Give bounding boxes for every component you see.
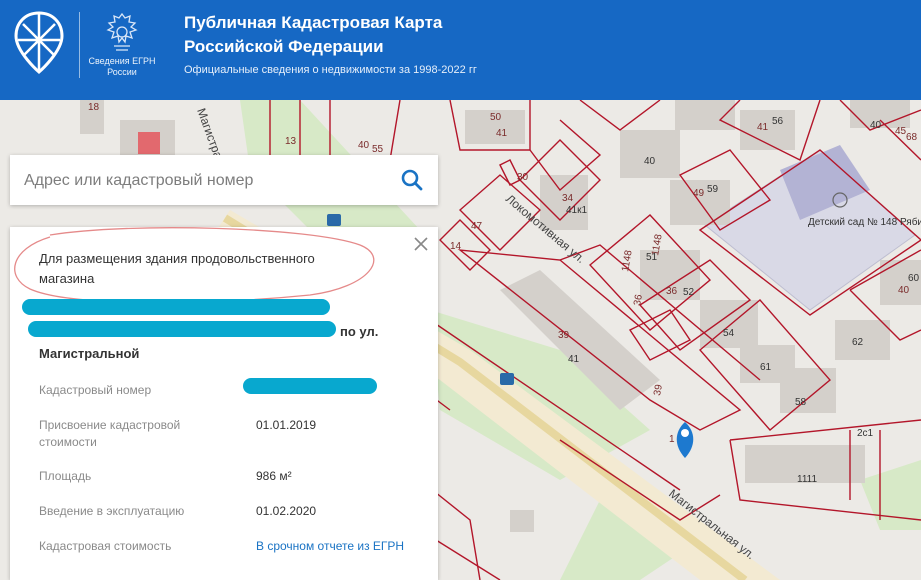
map-parcel-label: 34 <box>562 193 574 204</box>
search-icon[interactable] <box>400 168 424 192</box>
kindergarten-label: Детский сад № 148 Рябинушка <box>808 216 921 228</box>
map-parcel-label: 40 <box>870 120 882 131</box>
map-parcel-label: 41к1 <box>566 205 587 216</box>
map-parcel-label: 50 <box>490 112 502 123</box>
page-subtitle: Официальные сведения о недвижимости за 1… <box>184 64 477 76</box>
area-label: Площадь <box>39 469 92 483</box>
bus-stop-icon <box>500 373 514 385</box>
commissioning-value: 01.02.2020 <box>256 504 317 518</box>
redacted-block <box>28 321 336 337</box>
map-parcel-label: 14 <box>450 241 462 252</box>
map-parcel-label: 60 <box>908 273 920 284</box>
map-parcel-label: 59 <box>707 184 719 195</box>
map-parcel-label: 40 <box>358 140 370 151</box>
map-parcel-label: 45 <box>895 126 907 137</box>
search-box <box>10 155 438 205</box>
map-parcel-label: 56 <box>772 116 784 127</box>
valuation-date-value: 01.01.2019 <box>256 418 317 432</box>
cadastral-value-label: Кадастровая стоимость <box>39 539 172 553</box>
map-parcel-label: 36 <box>666 286 678 297</box>
russian-emblem-icon <box>106 12 138 51</box>
parcel-purpose: Для размещения здания продовольственного… <box>39 251 315 286</box>
cadastral-number-label: Кадастровый номер <box>39 383 152 397</box>
map-parcel-label: 41 <box>568 354 580 365</box>
map-parcel-label: 13 <box>285 136 297 147</box>
map-parcel-label: 68 <box>906 132 918 143</box>
map-parcel-label: 30 <box>517 172 529 183</box>
area-value: 986 м² <box>256 469 292 483</box>
map-parcel-label: 52 <box>683 287 695 298</box>
page-title[interactable]: Публичная Кадастровая Карта Российской Ф… <box>184 11 524 59</box>
map-parcel-label: 58 <box>795 397 807 408</box>
redacted-block <box>22 299 330 315</box>
map-parcel-label: 47 <box>471 221 483 232</box>
map-parcel-label: 2с1 <box>857 428 874 439</box>
map-parcel-label: 49 <box>693 188 705 199</box>
cadastral-value-link[interactable]: В срочном отчете из ЕГРН <box>256 538 406 555</box>
map-parcel-label: 18 <box>88 102 100 113</box>
map-parcel-label: 1111 <box>797 474 817 485</box>
cadastral-map-logo-icon[interactable] <box>13 10 65 74</box>
map-parcel-label: 51 <box>646 252 658 263</box>
search-input[interactable] <box>22 165 386 197</box>
map-parcel-label: 40 <box>644 156 656 167</box>
map-parcel-label: 62 <box>852 337 864 348</box>
commissioning-label: Введение в эксплуатацию <box>39 504 185 518</box>
bus-stop-icon <box>327 214 341 226</box>
map-parcel-label: 41 <box>757 122 769 133</box>
parcel-title-tail: по ул. <box>340 324 379 339</box>
egrn-label: Сведения ЕГРН России <box>88 56 156 77</box>
redacted-cadastral-number <box>243 378 377 394</box>
parcel-info-panel: Для размещения здания продовольственного… <box>10 227 438 580</box>
map-parcel-label: 39 <box>558 330 570 341</box>
map-parcel-label: 41 <box>496 128 508 139</box>
map-parcel-label: 40 <box>898 285 910 296</box>
map-parcel-label: 1 <box>669 434 675 445</box>
header-divider <box>79 12 80 78</box>
map-parcel-label: 54 <box>723 328 735 339</box>
map-parcel-label: 55 <box>372 144 384 155</box>
map-parcel-label: 61 <box>760 362 772 373</box>
valuation-date-label: Присвоение кадастровой стоимости <box>39 418 181 449</box>
top-header: Сведения ЕГРН России Публичная Кадастров… <box>0 0 921 100</box>
parcel-title-street: Магистральной <box>39 346 140 361</box>
